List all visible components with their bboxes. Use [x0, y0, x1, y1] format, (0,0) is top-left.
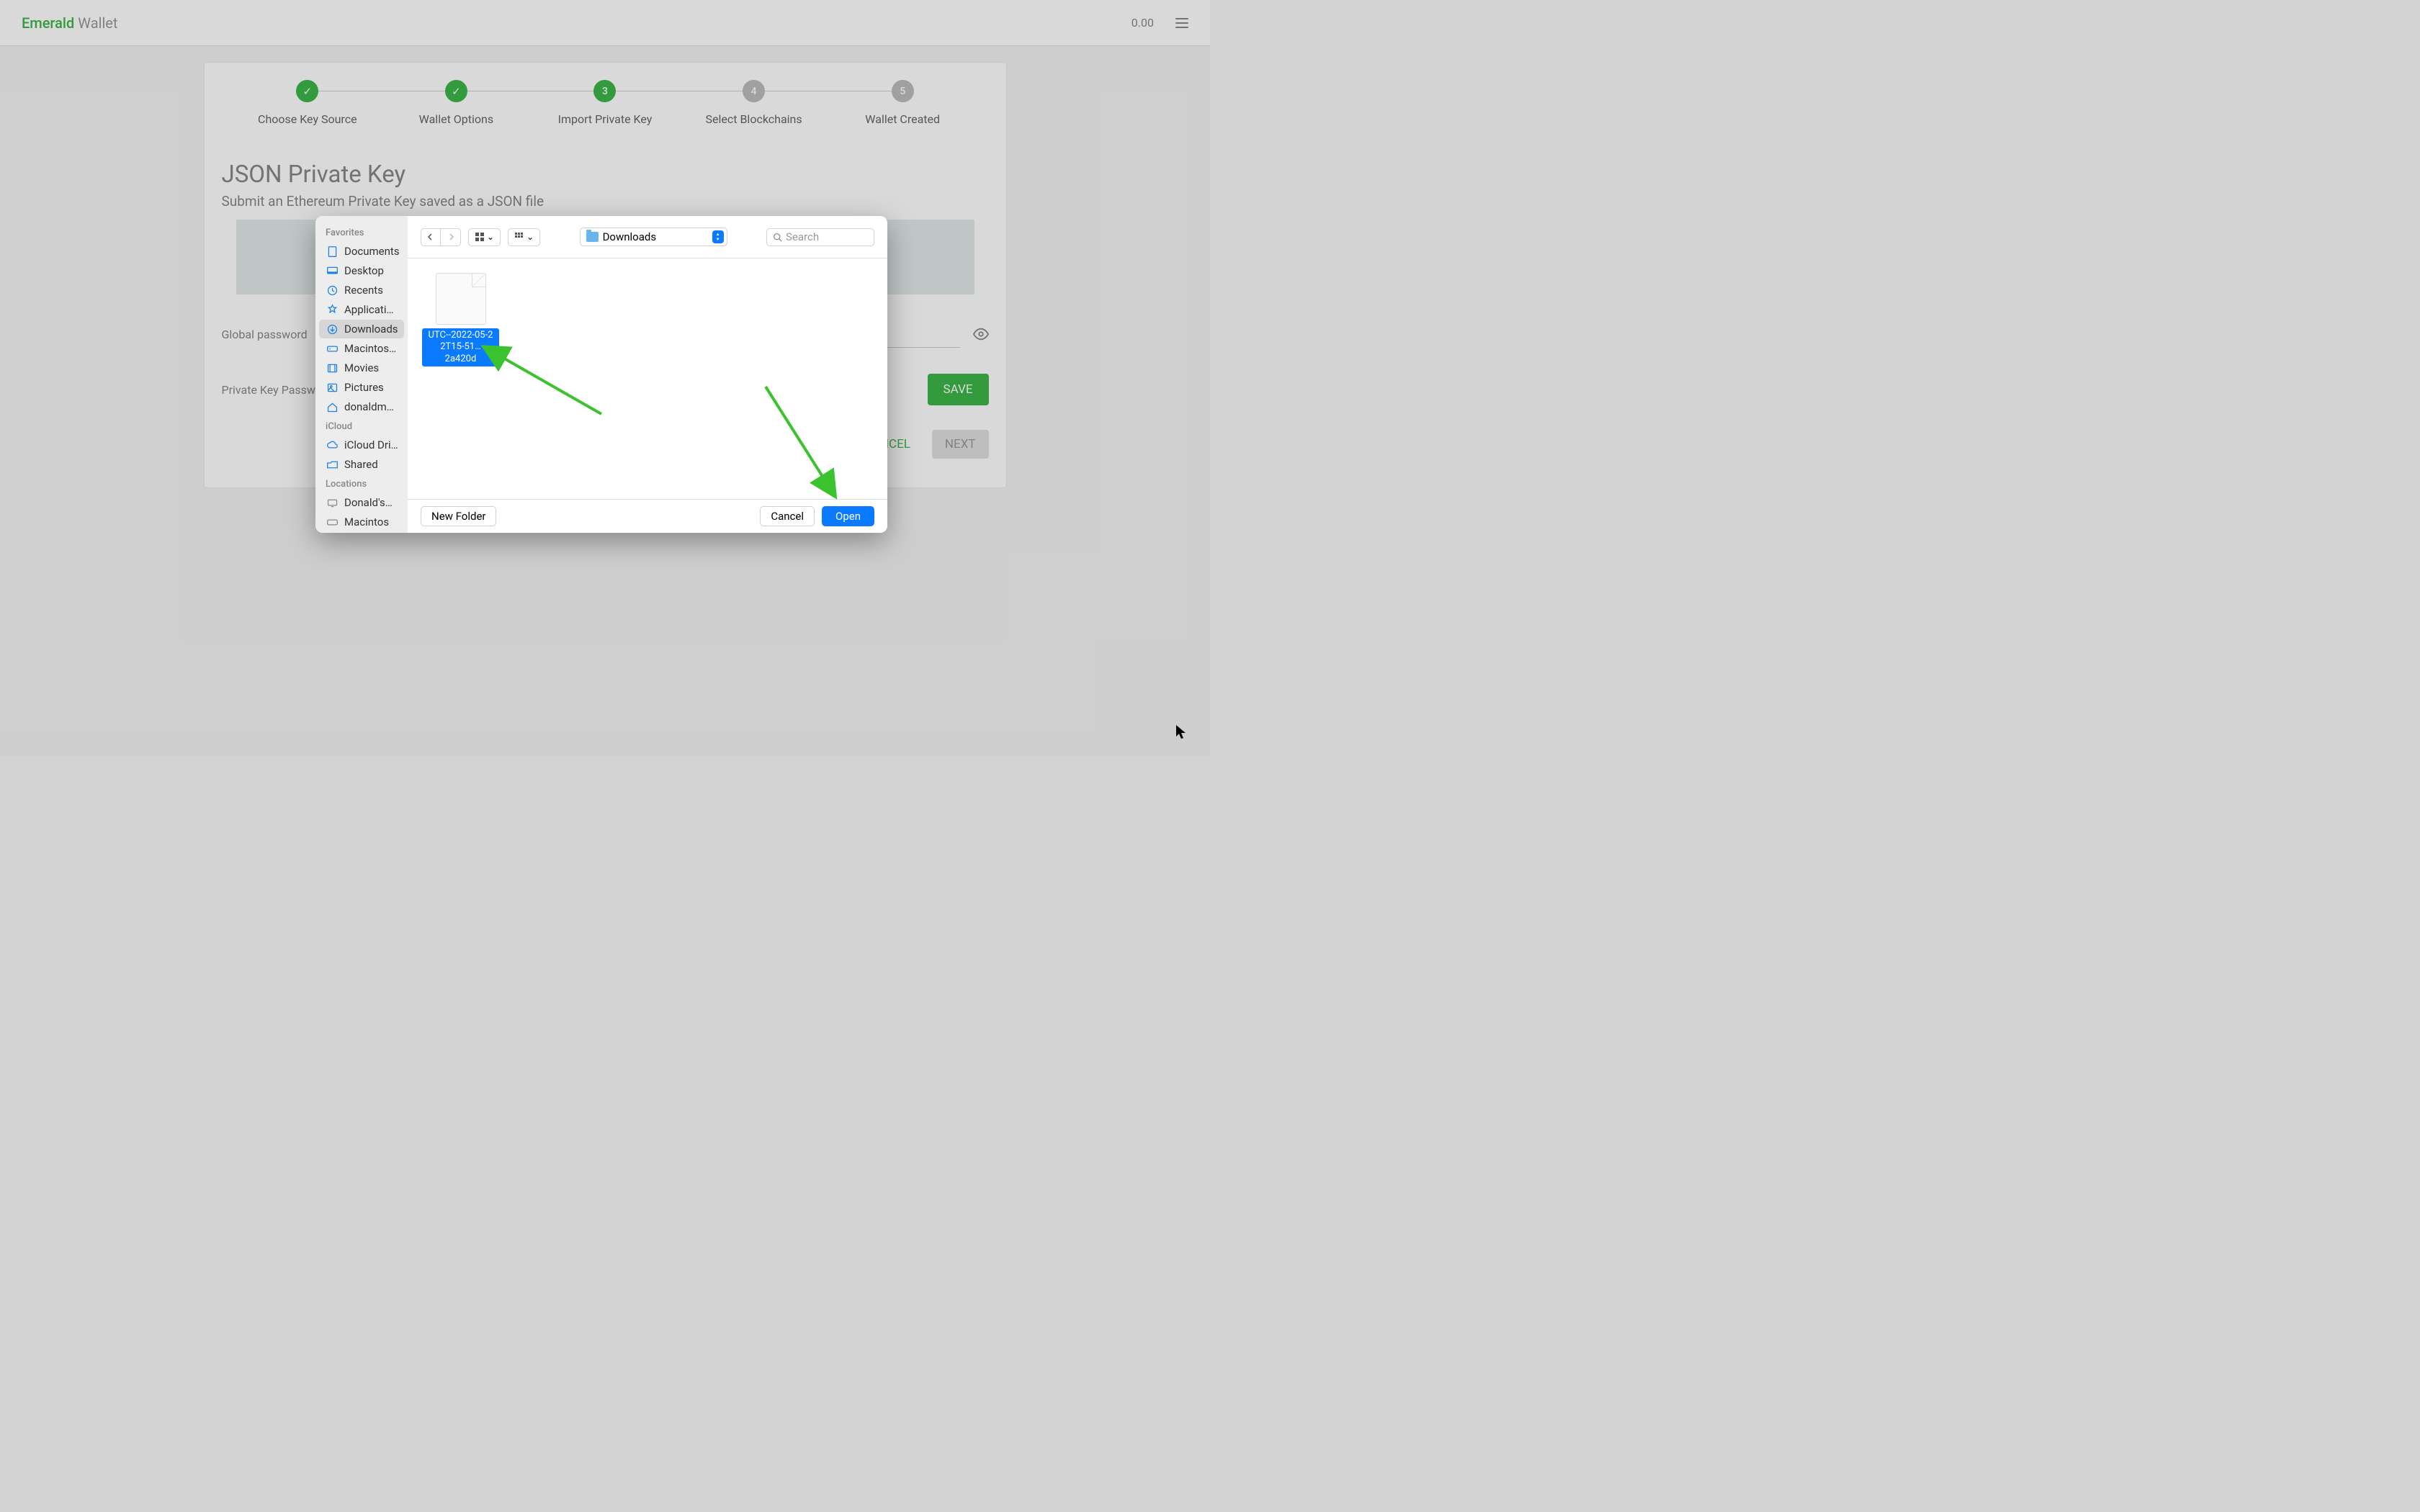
sidebar-section-icloud: iCloud [315, 417, 408, 435]
search-input[interactable]: Search [766, 228, 874, 246]
sidebar-item-desktop[interactable]: Desktop [319, 261, 404, 280]
sidebar-item-home[interactable]: donaldm… [319, 397, 404, 416]
location-text: Downloads [603, 230, 708, 243]
sidebar-item-macintos2[interactable]: Macintos [319, 513, 404, 531]
sidebar-item-movies[interactable]: Movies [319, 359, 404, 377]
dialog-open-button[interactable]: Open [822, 506, 874, 526]
search-icon [773, 233, 782, 242]
nav-back-forward [421, 228, 461, 246]
sidebar-item-pictures[interactable]: Pictures [319, 378, 404, 397]
group-button[interactable]: ⌄ [508, 228, 540, 246]
dialog-toolbar: ⌄ ⌄ Downloads ▲▼ Search [408, 216, 887, 258]
sidebar-item-documents[interactable]: Documents [319, 242, 404, 261]
folder-icon [586, 232, 599, 242]
sidebar-item-macintosh[interactable]: Macintos… [319, 339, 404, 358]
file-name: UTC--2022-05-22T15-51…2a420d [422, 328, 499, 366]
chevron-down-icon: ⌄ [526, 232, 534, 242]
sidebar-section-locations: Locations [315, 474, 408, 492]
location-stepper-icon: ▲▼ [712, 230, 724, 243]
forward-button[interactable] [441, 229, 460, 246]
dialog-sidebar: Favorites Documents Desktop Recents Appl… [315, 216, 408, 533]
file-item-selected[interactable]: UTC--2022-05-22T15-51…2a420d [422, 273, 499, 366]
new-folder-button[interactable]: New Folder [421, 506, 496, 526]
sidebar-section-favorites: Favorites [315, 223, 408, 241]
file-icon [436, 273, 486, 325]
back-button[interactable] [421, 229, 441, 246]
search-placeholder: Search [786, 230, 819, 243]
location-dropdown[interactable]: Downloads ▲▼ [580, 228, 727, 246]
sidebar-item-downloads[interactable]: Downloads [319, 320, 404, 338]
sidebar-item-shared[interactable]: Shared [319, 455, 404, 474]
sidebar-item-donalds[interactable]: Donald's… [319, 493, 404, 512]
sidebar-item-icloud-drive[interactable]: iCloud Dri… [319, 436, 404, 454]
sidebar-item-recents[interactable]: Recents [319, 281, 404, 300]
file-open-dialog: Favorites Documents Desktop Recents Appl… [315, 216, 887, 533]
file-list: UTC--2022-05-22T15-51…2a420d [408, 258, 887, 499]
chevron-down-icon: ⌄ [487, 232, 494, 242]
view-mode-icon-button[interactable]: ⌄ [468, 228, 501, 246]
sidebar-item-applications[interactable]: Applicati… [319, 300, 404, 319]
dialog-cancel-button[interactable]: Cancel [760, 506, 815, 526]
dialog-footer: New Folder Cancel Open [408, 499, 887, 533]
